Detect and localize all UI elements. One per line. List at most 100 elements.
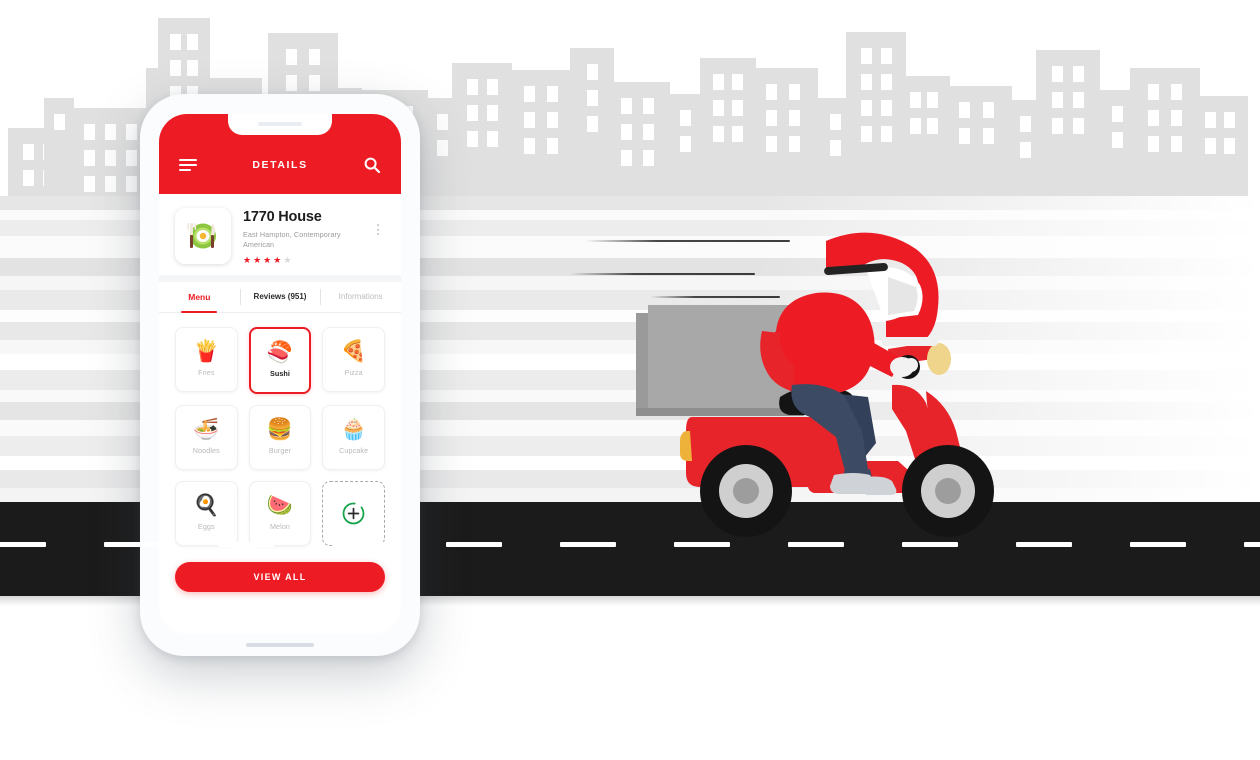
building-window — [1223, 112, 1235, 128]
tab-informations[interactable]: Informations — [320, 282, 401, 312]
search-icon[interactable] — [363, 156, 381, 174]
building-window — [547, 86, 559, 102]
category-label: Melon — [269, 522, 291, 532]
cupcake-icon: 🧁 — [340, 418, 367, 442]
building-window — [789, 136, 801, 152]
building-window — [125, 124, 137, 140]
rating-stars: ★ ★ ★ ★ ★ — [243, 254, 371, 265]
front-wheel-icon — [902, 445, 994, 537]
road-dash — [674, 542, 730, 547]
building-window — [713, 126, 725, 142]
category-tile-burger[interactable]: 🍔 Burger — [248, 404, 312, 470]
building-window — [83, 124, 95, 140]
building-window — [731, 74, 743, 90]
building-window — [169, 60, 181, 76]
road-dash — [1130, 542, 1186, 547]
building-window — [547, 138, 559, 154]
delivery-scooter-illustration — [630, 225, 1050, 545]
building-window — [523, 138, 535, 154]
building-window — [436, 114, 448, 130]
building-window — [620, 124, 632, 140]
building-window — [829, 114, 841, 130]
phone-mockup: DETAILS 1770 House East Hampton, Contemp… — [140, 94, 420, 656]
road-dash — [218, 542, 274, 547]
building-window — [22, 144, 34, 160]
building-window — [958, 102, 970, 118]
building-window — [1019, 142, 1031, 158]
noodles-icon: 🍜 — [193, 418, 220, 442]
hamburger-icon[interactable] — [179, 159, 197, 171]
building — [1036, 50, 1100, 218]
building-window — [1051, 92, 1063, 108]
category-tile-cupcake[interactable]: 🧁 Cupcake — [322, 404, 385, 470]
fries-icon: 🍟 — [193, 340, 220, 364]
home-indicator — [246, 643, 314, 647]
category-label: Pizza — [344, 368, 363, 378]
building-window — [1147, 110, 1159, 126]
building-window — [466, 79, 478, 95]
phone-notch — [228, 114, 332, 135]
building-window — [1171, 136, 1183, 152]
building-window — [1073, 118, 1085, 134]
building-window — [880, 48, 892, 64]
building-window — [547, 112, 559, 128]
road-dash — [560, 542, 616, 547]
building-window — [1171, 110, 1183, 126]
tab-label: Menu — [188, 291, 211, 302]
restaurant-name: 1770 House — [243, 209, 322, 225]
star-filled: ★ — [243, 254, 252, 265]
category-label: Sushi — [269, 369, 291, 379]
building-window — [104, 124, 116, 140]
building-window — [523, 86, 535, 102]
road-dash — [332, 542, 388, 547]
add-category-tile[interactable] — [322, 480, 385, 546]
building-window — [765, 84, 777, 100]
road-dash — [788, 542, 844, 547]
building-window — [1111, 106, 1123, 122]
building-window — [1051, 66, 1063, 82]
restaurant-card: 1770 House East Hampton, Contemporary Am… — [159, 194, 401, 275]
building-window — [860, 100, 872, 116]
building-window — [731, 126, 743, 142]
building-window — [285, 75, 297, 91]
tab-menu[interactable]: Menu — [159, 282, 240, 312]
sushi-icon: 🍣 — [266, 341, 294, 365]
burger-icon: 🍔 — [266, 418, 294, 442]
building-window — [1147, 136, 1159, 152]
tab-label: Reviews (951) — [253, 292, 307, 302]
building-window — [927, 118, 939, 134]
category-tile-fries[interactable]: 🍟 Fries — [175, 326, 238, 392]
phone-screen: DETAILS 1770 House East Hampton, Contemp… — [159, 114, 401, 634]
building-window — [486, 105, 498, 121]
building-window — [285, 49, 297, 65]
building-window — [642, 124, 654, 140]
eggs-icon: 🍳 — [193, 494, 220, 518]
tab-label: Informations — [338, 292, 383, 302]
star-filled: ★ — [263, 254, 272, 265]
building-window — [466, 131, 478, 147]
building — [452, 63, 512, 218]
building-window — [104, 150, 116, 166]
page-title: DETAILS — [252, 159, 308, 171]
tab-reviews-951[interactable]: Reviews (951) — [239, 282, 321, 312]
star-empty: ★ — [283, 254, 292, 265]
category-label: Burger — [268, 446, 292, 456]
building-window — [125, 176, 137, 192]
building-window — [958, 128, 970, 144]
illustration-scene: DETAILS 1770 House East Hampton, Contemp… — [0, 0, 1260, 760]
category-tile-sushi[interactable]: 🍣 Sushi — [248, 326, 312, 394]
building-window — [1205, 138, 1217, 154]
category-tile-pizza[interactable]: 🍕 Pizza — [322, 326, 385, 392]
view-all-container: VIEW ALL — [159, 546, 401, 592]
kebab-menu-icon[interactable] — [371, 208, 385, 235]
building-window — [436, 140, 448, 156]
building-window — [860, 48, 872, 64]
building-window — [860, 126, 872, 142]
building-window — [829, 140, 841, 156]
category-tile-eggs[interactable]: 🍳 Eggs — [175, 480, 238, 546]
category-tile-noodles[interactable]: 🍜 Noodles — [175, 404, 238, 470]
building-window — [104, 176, 116, 192]
category-label: Cupcake — [339, 446, 369, 456]
view-all-button[interactable]: VIEW ALL — [175, 561, 385, 592]
category-tile-melon[interactable]: 🍉 Melon — [248, 480, 312, 546]
